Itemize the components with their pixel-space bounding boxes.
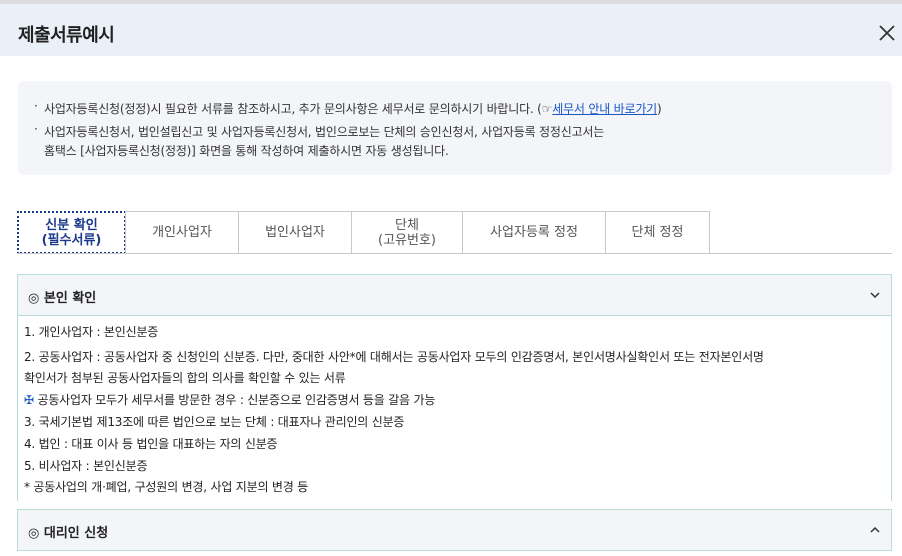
chevron-up-icon[interactable]: [869, 524, 881, 536]
dialog-title: 제출서류예시: [18, 25, 115, 46]
list-item: ✠ 공동사업자 모두가 세무서를 방문한 경우 : 신분증으로 인감증명서 등을…: [24, 393, 436, 407]
notice-line-1: 사업자등록신청(정정)시 필요한 서류를 참조하시고, 추가 문의사항은 세무서…: [44, 102, 662, 116]
accordion-body: 1. 개인사업자 : 본인신분증 2. 공동사업자 : 공동사업자 중 신청인의…: [18, 315, 891, 501]
notice-box: · 사업자등록신청(정정)시 필요한 서류를 참조하시고, 추가 문의사항은 세…: [18, 81, 892, 175]
list-item: 확인서가 첨부된 공동사업자들의 합의 의사를 확인할 수 있는 서류: [24, 371, 346, 385]
list-item: * 공동사업의 개·폐업, 구성원의 변경, 사업 지분의 변경 등: [24, 480, 309, 494]
tab-corporate[interactable]: 법인사업자: [238, 211, 352, 254]
notice-line-2: 사업자등록신청서, 법인설립신고 및 사업자등록신청서, 법인으로보는 단체의 …: [44, 125, 605, 139]
bullet: ·: [34, 99, 38, 113]
notice-line-3: 홈택스 [사업자등록신청(정정)] 화면을 통해 작성하여 제출하시면 자동 생…: [44, 144, 449, 158]
accordion-header[interactable]: ◎ 대리인 신청: [18, 510, 891, 550]
list-item: 3. 국세기본법 제13조에 따른 법인으로 보는 단체 : 대표자나 관리인의…: [24, 415, 405, 429]
tab-identity[interactable]: 신분 확인 (필수서류): [17, 211, 126, 254]
chevron-down-icon[interactable]: [869, 289, 881, 301]
tab-organization[interactable]: 단체 (고유번호): [351, 211, 463, 254]
list-item: 4. 법인 : 대표 이사 등 법인을 대표하는 자의 신분증: [24, 437, 278, 451]
accordion-header[interactable]: ◎ 본인 확인: [18, 275, 891, 315]
dialog-header: 제출서류예시: [0, 4, 902, 56]
list-item: 1. 개인사업자 : 본인신분증: [24, 325, 159, 339]
list-item: 2. 공동사업자 : 공동사업자 중 신청인의 신분증. 다만, 중대한 사안*…: [24, 350, 764, 364]
accordion-agent: ◎ 대리인 신청: [17, 509, 892, 551]
close-icon[interactable]: [877, 23, 897, 43]
hand-pointer-icon: ☞: [541, 102, 553, 116]
tab-underline: [17, 253, 892, 254]
section-title: ◎ 대리인 신청: [28, 526, 109, 541]
accordion-identity: ◎ 본인 확인 1. 개인사업자 : 본인신분증 2. 공동사업자 : 공동사업…: [17, 274, 892, 501]
cross-icon: ✠: [24, 393, 34, 407]
tab-organization-correction[interactable]: 단체 정정: [605, 211, 710, 254]
list-item: 5. 비사업자 : 본인신분증: [24, 459, 148, 473]
tax-office-link[interactable]: 세무서 안내 바로가기: [552, 102, 657, 116]
bullet: ·: [34, 122, 38, 136]
tab-individual[interactable]: 개인사업자: [125, 211, 239, 254]
tab-registration-correction[interactable]: 사업자등록 정정: [462, 211, 606, 254]
section-title: ◎ 본인 확인: [28, 291, 97, 306]
